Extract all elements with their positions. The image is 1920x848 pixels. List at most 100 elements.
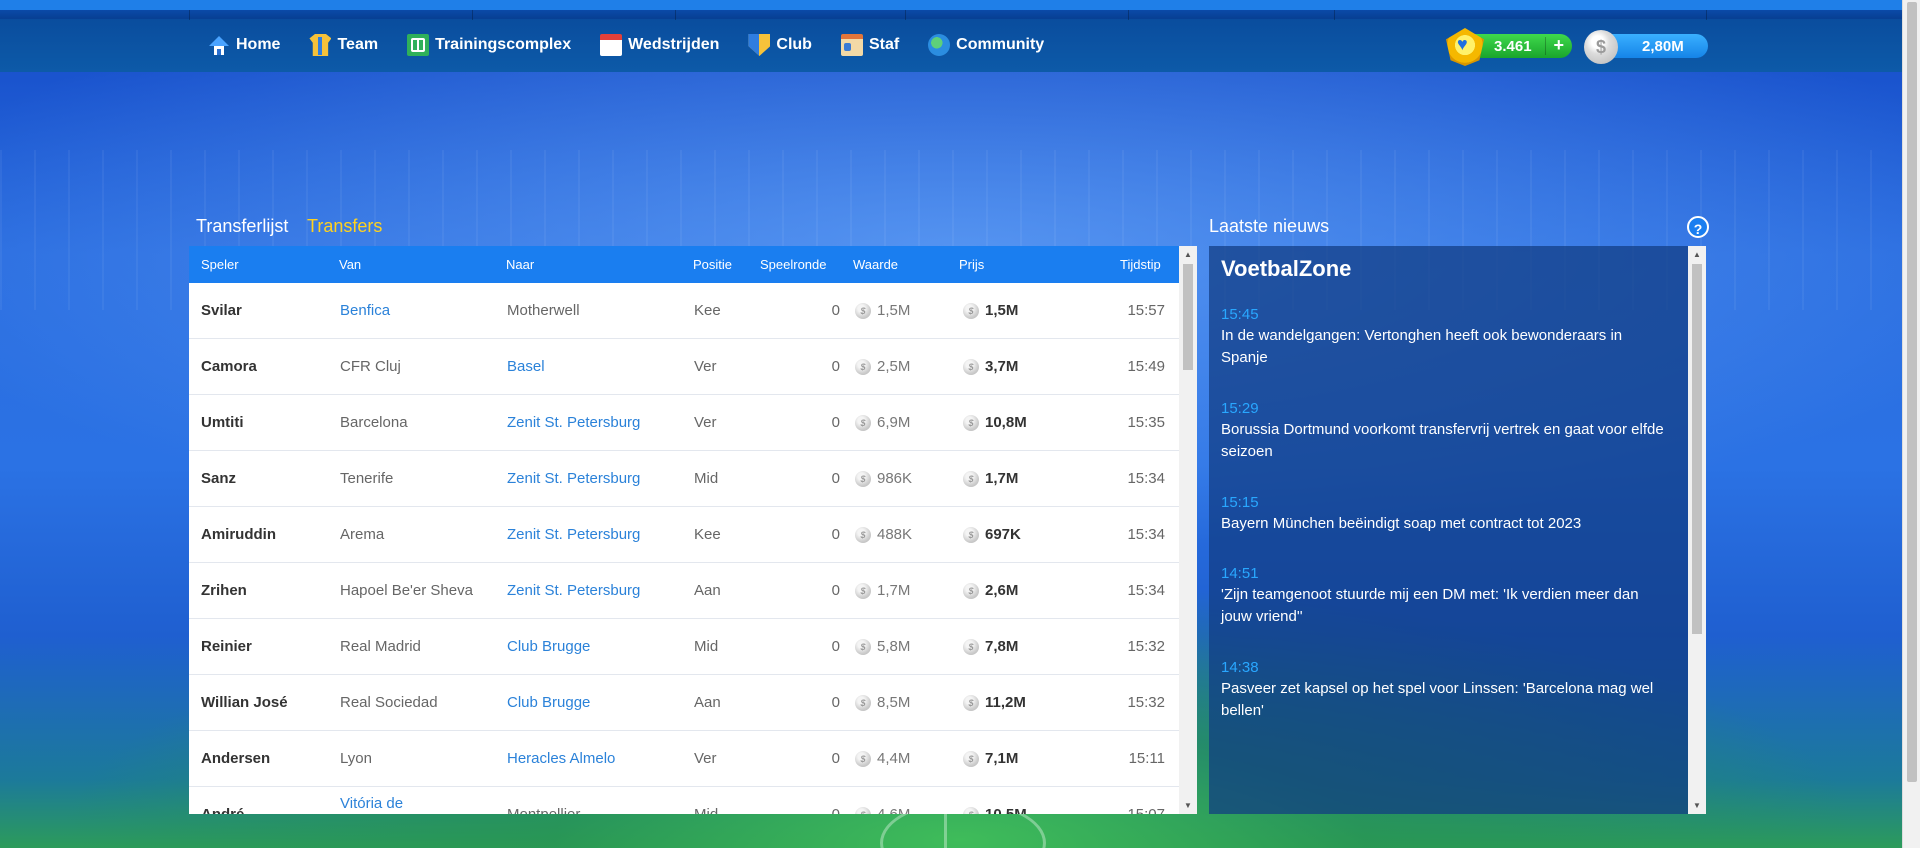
nav-staf[interactable]: Staf <box>840 30 899 60</box>
market-value: $4,4M <box>855 750 910 767</box>
from-club[interactable]: Vitória de <box>340 795 403 813</box>
transfer-price-text: 7,8M <box>985 638 1019 655</box>
market-value-text: 4,6M <box>877 806 910 814</box>
scroll-up-arrow-icon[interactable]: ▲ <box>1184 250 1192 259</box>
nav-home[interactable]: Home <box>208 30 280 60</box>
market-value: $6,9M <box>855 414 910 431</box>
col-prijs[interactable]: Prijs <box>959 257 984 272</box>
coin-icon: $ <box>963 470 979 487</box>
table-row[interactable]: Amiruddin Arema Zenit St. Petersburg Kee 0 $4… <box>189 507 1179 563</box>
news-item[interactable]: 15:45 In de wandelgangen: Vertonghen hee… <box>1221 306 1671 369</box>
coin-icon: $ <box>963 750 979 767</box>
to-club: Montpellier <box>507 806 580 814</box>
silver-coin-icon: $ <box>1584 30 1618 64</box>
news-scroll-thumb[interactable] <box>1692 264 1702 634</box>
nav-trainingscomplex[interactable]: Trainingscomplex <box>407 30 571 60</box>
from-club: Real Sociedad <box>340 694 438 711</box>
matchday: 0 <box>831 302 840 319</box>
to-club[interactable]: Basel <box>507 358 545 375</box>
table-row[interactable]: Andersen Lyon Heracles Almelo Ver 0 $4,4M $7,1… <box>189 731 1179 787</box>
player-name[interactable]: Amiruddin <box>201 526 276 543</box>
table-row[interactable]: Sanz Tenerife Zenit St. Petersburg Mid 0 $986… <box>189 451 1179 507</box>
nav-wedstrijden[interactable]: Wedstrijden <box>600 30 719 60</box>
coin-icon: $ <box>963 414 979 431</box>
from-club[interactable]: Benfica <box>340 302 390 319</box>
to-club[interactable]: Zenit St. Petersburg <box>507 582 640 599</box>
matchday: 0 <box>831 750 840 767</box>
main-nav: Home Team Trainingscomplex Wedstrijden C… <box>208 30 1073 60</box>
news-item[interactable]: 14:38 Pasveer zet kapsel op het spel voo… <box>1221 659 1671 722</box>
table-row[interactable]: AndréVitória deMontpellierMid0$4,6M$10,5… <box>189 787 1179 814</box>
from-club: Real Madrid <box>340 638 421 655</box>
table-scrollbar[interactable]: ▲ ▼ <box>1179 246 1197 814</box>
nav-community[interactable]: Community <box>928 30 1044 60</box>
table-row[interactable]: Willian José Real Sociedad Club Brugge Aan 0… <box>189 675 1179 731</box>
player-name[interactable]: Sanz <box>201 470 236 487</box>
player-name[interactable]: Reinier <box>201 638 252 655</box>
matchday: 0 <box>831 414 840 431</box>
market-value-text: 1,7M <box>877 582 911 599</box>
col-positie[interactable]: Positie <box>693 257 732 272</box>
table-row[interactable]: Umtiti Barcelona Zenit St. Petersburg Ver 0 $… <box>189 395 1179 451</box>
nav-club[interactable]: Club <box>748 30 812 60</box>
coin-icon: $ <box>963 582 979 599</box>
news-panel: VoetbalZone 15:45 In de wandelgangen: Ve… <box>1209 246 1688 814</box>
page-scroll-thumb[interactable] <box>1907 2 1917 782</box>
transfer-time: 15:32 <box>1127 638 1165 655</box>
market-value-text: 488K <box>877 526 913 543</box>
market-value-text: 5,8M <box>877 638 911 655</box>
col-waarde[interactable]: Waarde <box>853 257 898 272</box>
help-icon[interactable]: ? <box>1687 216 1709 238</box>
news-source: VoetbalZone <box>1221 256 1352 281</box>
scroll-down-arrow-icon[interactable]: ▼ <box>1184 801 1192 810</box>
tab-transferlijst[interactable]: Transferlijst <box>196 216 288 237</box>
nav-community-label: Community <box>956 36 1045 53</box>
market-value-text: 6,9M <box>877 414 911 431</box>
player-name[interactable]: Umtiti <box>201 414 244 431</box>
coin-icon: $ <box>963 302 979 319</box>
to-club[interactable]: Club Brugge <box>507 694 590 711</box>
player-name[interactable]: Svilar <box>201 302 242 319</box>
page-scrollbar[interactable] <box>1902 0 1920 848</box>
calendar-icon <box>600 34 623 56</box>
transfer-price-text: 3,7M <box>985 358 1019 375</box>
player-name[interactable]: Zrihen <box>201 582 247 599</box>
news-scrollbar[interactable]: ▲ ▼ <box>1688 246 1706 814</box>
transfer-price: $1,7M <box>963 470 1018 487</box>
shirt-icon <box>309 34 332 56</box>
table-row[interactable]: Svilar Benfica Motherwell Kee 0 $1,5M $1,5M 15:… <box>189 283 1179 339</box>
player-name[interactable]: Willian José <box>201 694 288 711</box>
nav-team[interactable]: Team <box>309 30 378 60</box>
player-name[interactable]: Camora <box>201 358 257 375</box>
table-row[interactable]: Zrihen Hapoel Be'er Sheva Zenit St. Peters… <box>189 563 1179 619</box>
news-item[interactable]: 14:51 'Zijn teamgenoot stuurde mij een D… <box>1221 565 1671 628</box>
news-item[interactable]: 15:15 Bayern München beëindigt soap met … <box>1221 494 1671 535</box>
to-club[interactable]: Heracles Almelo <box>507 750 615 767</box>
to-club[interactable]: Zenit St. Petersburg <box>507 470 640 487</box>
table-row[interactable]: Camora CFR Cluj Basel Ver 0 $2,5M $3,7M 15:49 <box>189 339 1179 395</box>
to-club[interactable]: Zenit St. Petersburg <box>507 526 640 543</box>
col-speler[interactable]: Speler <box>201 257 239 272</box>
tab-transfers[interactable]: Transfers <box>307 216 382 237</box>
col-speelronde[interactable]: Speelronde <box>760 257 827 272</box>
table-row[interactable]: Reinier Real Madrid Club Brugge Mid 0 $5,8M $7… <box>189 619 1179 675</box>
from-club: Barcelona <box>340 414 408 431</box>
market-value-text: 8,5M <box>877 694 911 711</box>
col-naar[interactable]: Naar <box>506 257 534 272</box>
to-club[interactable]: Club Brugge <box>507 638 590 655</box>
player-name[interactable]: Andersen <box>201 750 270 767</box>
col-tijdstip[interactable]: Tijdstip <box>1120 257 1161 272</box>
position: Mid <box>694 470 719 487</box>
scroll-up-arrow-icon[interactable]: ▲ <box>1693 250 1701 259</box>
news-time: 14:38 <box>1221 659 1259 676</box>
market-value: $488K <box>855 526 912 543</box>
coin-icon: $ <box>855 414 871 431</box>
scroll-down-arrow-icon[interactable]: ▼ <box>1693 801 1701 810</box>
player-name[interactable]: André <box>201 806 244 814</box>
matchday: 0 <box>831 526 840 543</box>
table-scroll-thumb[interactable] <box>1183 264 1193 370</box>
col-van[interactable]: Van <box>339 257 361 272</box>
add-gold-button[interactable]: + <box>1553 35 1564 56</box>
to-club[interactable]: Zenit St. Petersburg <box>507 414 640 431</box>
news-item[interactable]: 15:29 Borussia Dortmund voorkomt transfe… <box>1221 400 1671 463</box>
